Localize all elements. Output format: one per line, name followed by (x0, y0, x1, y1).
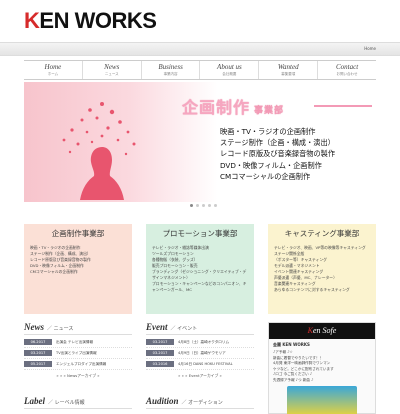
audition-section-header: Audition ／ オーディション (146, 396, 254, 409)
nav-wanted[interactable]: Wanted 募集要項 (259, 61, 319, 79)
slider-dot[interactable] (214, 204, 217, 207)
nav-news[interactable]: News ニュース (83, 61, 142, 79)
news-archive-link[interactable]: » » » Newsアーカイブ » (24, 373, 132, 379)
division-casting[interactable]: キャスティング事業部 テレビ・ラジオ、映画、VP等の映像等キャスティング ステージ… (268, 224, 376, 314)
news-section: News ／ ニュース 06.2017 出演会 テレビ出演情報 03.2017 TV出… (24, 322, 132, 379)
twitter-account-name[interactable]: 金麗 KEN WORKS (273, 342, 371, 348)
news-row[interactable]: 03.2017 TV出演とライブ出演情報 (24, 348, 132, 359)
hero-line: ステージ制作（企画・構成・演出） (220, 138, 335, 148)
hero-title-rule (314, 105, 372, 107)
twitter-widget[interactable]: Ken Sofe 金麗 KEN WORKS ♪ア予報 ♪☆ 新曲に着替でやりたいで… (268, 322, 376, 414)
slider-dot[interactable] (196, 204, 199, 207)
nav-about[interactable]: About us 会社概要 (200, 61, 260, 79)
nav-contact[interactable]: Contact お問い合わせ (318, 61, 376, 79)
nav-home[interactable]: Home ホーム (24, 61, 83, 79)
event-section: Event ／ イベント 03.2017 4月8日（土）高崎オクタロリム 03.20… (146, 322, 254, 379)
hero-line: レコード原版及び音楽録音物の製作 (220, 149, 336, 159)
label-section-header: Label ／ レーベル情報 (24, 396, 132, 409)
event-row[interactable]: 03.2017 4月9日（日）高崎ゲウモリア (146, 348, 254, 359)
division-title: キャスティング事業部 (284, 229, 360, 238)
hero-line: 映画・TV・ラジオの企画制作 (220, 127, 316, 136)
news-row[interactable]: 06.2017 出演会 テレビ出演情報 (24, 337, 132, 348)
top-strip: Home (0, 42, 400, 56)
event-row[interactable]: 03.2016 4月16日 DANS HOKU FESTIVAL (146, 359, 254, 370)
hero-line: CMコマーシャルの企画制作 (220, 171, 311, 181)
division-title: プロモーション事業部 (162, 229, 238, 238)
tweet-image[interactable] (287, 385, 357, 414)
hero-line: DVD・映像フィルム・企画制作 (220, 160, 322, 170)
slider-dot[interactable] (208, 204, 211, 207)
slider-dot[interactable] (190, 204, 193, 207)
hero-title: 企画制作 事業部 (182, 98, 285, 117)
division-title: 企画制作事業部 (51, 229, 105, 238)
event-archive-link[interactable]: » » » Eventアーカイブ » (146, 373, 254, 379)
division-planning[interactable]: 企画制作事業部 映画・TV・ラジオの企画制作 ステージ制作（企画、構成、演出） レコ… (24, 224, 132, 314)
twitter-banner: Ken Sofe (269, 323, 375, 339)
news-row[interactable]: 05.2017 エンジェルプロダイブ出演情報 (24, 359, 132, 370)
hero-list: 映画・TV・ラジオの企画制作 ステージ制作（企画・構成・演出） レコード原版及び… (220, 126, 335, 182)
slider-pagination (190, 204, 217, 207)
silhouette-illustration (62, 102, 136, 200)
event-row[interactable]: 03.2017 4月8日（土）高崎オクタロリム (146, 337, 254, 348)
tweet-text: ♪ア予報 ♪☆ 新曲に着替でやりたいです！！ 4月発 東洋一映画師作詞でワンマン ケツ… (273, 350, 334, 382)
site-logo[interactable]: KEN WORKS (24, 8, 157, 34)
home-link[interactable]: Home (364, 46, 376, 51)
division-promotion[interactable]: プロモーション事業部 テレビ・ラジオ・雑誌等媒体出演 ツールズプロモーション 各種物… (146, 224, 254, 314)
slider-dot[interactable] (202, 204, 205, 207)
hero-slider[interactable]: 企画制作 事業部 映画・TV・ラジオの企画制作 ステージ制作（企画・構成・演出） … (24, 82, 376, 202)
main-nav: Home ホーム News ニュース Business 事業内容 About us 会社… (24, 60, 376, 80)
nav-business[interactable]: Business 事業内容 (142, 61, 201, 79)
